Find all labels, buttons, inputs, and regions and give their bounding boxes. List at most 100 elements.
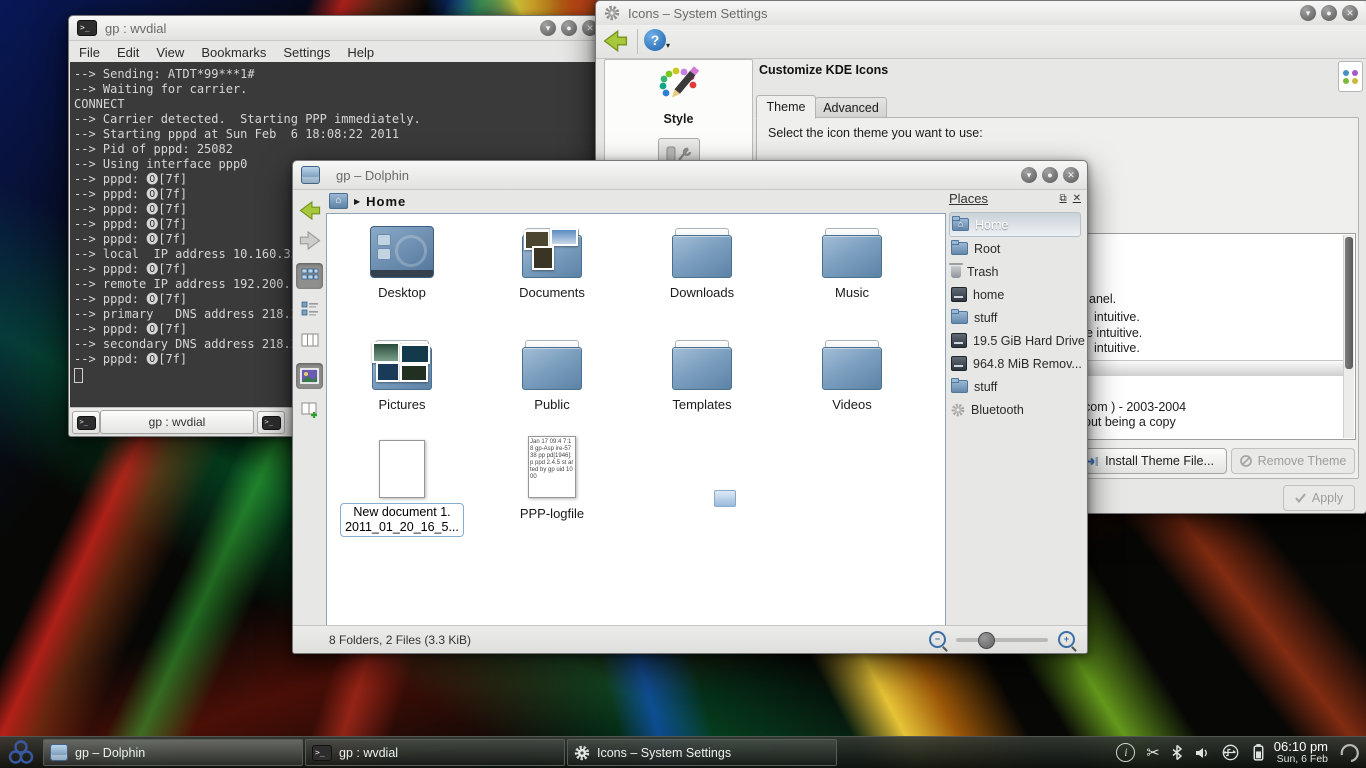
terminal-tab[interactable]: gp : wvdial: [100, 410, 254, 434]
file-item-new-document[interactable]: New document 1. 2011_01_20_16_5...: [332, 436, 472, 537]
tab-theme[interactable]: Theme: [756, 95, 816, 119]
icon-theme-prompt: Select the icon theme you want to use:: [768, 126, 983, 140]
folder-item-downloads[interactable]: Downloads: [632, 220, 772, 300]
folder-icon: [672, 228, 732, 278]
place-item-hard-drive[interactable]: 19.5 GiB Hard Drive: [949, 329, 1081, 352]
folder-view[interactable]: Desktop Documents Downloads Music: [326, 213, 946, 626]
scrollbar[interactable]: [1343, 235, 1354, 438]
device-notifier-icon[interactable]: [1221, 744, 1240, 761]
apply-button[interactable]: Apply: [1283, 485, 1355, 511]
folder-item-pictures[interactable]: Pictures: [332, 332, 472, 412]
back-button[interactable]: [602, 29, 629, 58]
dolphin-statusbar: 8 Folders, 2 Files (3.3 KiB) − +: [293, 625, 1087, 653]
scrollbar-thumb[interactable]: [1345, 237, 1353, 369]
taskbar-task-wvdial[interactable]: >_ gp : wvdial: [305, 739, 565, 766]
drive-icon: [951, 333, 967, 348]
dolphin-titlebar[interactable]: gp – Dolphin ▾ ● ✕: [293, 161, 1087, 190]
battery-icon[interactable]: [1251, 743, 1266, 762]
settings-titlebar[interactable]: Icons – System Settings ▾ ● ✕: [596, 1, 1366, 26]
notifications-icon[interactable]: i: [1116, 743, 1135, 762]
place-label: Root: [974, 242, 1000, 256]
place-item-bluetooth[interactable]: Bluetooth: [949, 398, 1081, 421]
zoom-out-icon[interactable]: −: [929, 631, 946, 648]
tab-advanced[interactable]: Advanced: [815, 97, 887, 119]
clipboard-scissors-icon[interactable]: ✂: [1146, 743, 1159, 763]
menu-item-file[interactable]: File: [79, 45, 100, 60]
details-view-button[interactable]: [296, 295, 323, 321]
folder-item-videos[interactable]: Videos: [782, 332, 922, 412]
folder-item-documents[interactable]: Documents: [482, 220, 622, 300]
close-button[interactable]: ✕: [1063, 167, 1079, 183]
split-view-button[interactable]: [296, 397, 323, 423]
place-item-home-partition[interactable]: home: [949, 283, 1081, 306]
menu-item-help[interactable]: Help: [347, 45, 374, 60]
menu-item-edit[interactable]: Edit: [117, 45, 139, 60]
install-theme-file-button[interactable]: Install Theme File...: [1073, 448, 1227, 474]
forward-button[interactable]: [296, 227, 323, 253]
maximize-button[interactable]: ●: [561, 20, 577, 36]
text-file-icon: Jan 17 09:4 7:18 gp-Asp ire-5738 pp pd[1…: [528, 436, 576, 498]
place-item-removable[interactable]: 964.8 MiB Remov...: [949, 352, 1081, 375]
clock[interactable]: 06:10 pm Sun, 6 Feb: [1274, 740, 1328, 766]
desktop-wallpaper[interactable]: >_ gp : wvdial ▾ ● ✕ File Edit View Book…: [0, 0, 1366, 768]
places-header: Places: [949, 191, 988, 206]
zoom-in-icon[interactable]: +: [1058, 631, 1075, 648]
place-item-root[interactable]: Root: [949, 237, 1081, 260]
place-item-stuff2[interactable]: stuff: [949, 375, 1081, 398]
folder-icon: [951, 311, 968, 324]
panel-toolbox-icon[interactable]: [1332, 741, 1366, 765]
help-icon[interactable]: ?: [644, 29, 666, 51]
file-item-ppp-logfile[interactable]: Jan 17 09:4 7:18 gp-Asp ire-5738 pp pd[1…: [482, 436, 622, 521]
remove-theme-button[interactable]: Remove Theme: [1231, 448, 1355, 474]
place-item-trash[interactable]: Trash: [949, 260, 1081, 283]
place-item-home[interactable]: ⌂ Home: [949, 212, 1081, 237]
menu-item-settings[interactable]: Settings: [283, 45, 330, 60]
terminal-titlebar[interactable]: >_ gp : wvdial ▾ ● ✕: [69, 16, 606, 41]
maximize-button[interactable]: ●: [1042, 167, 1058, 183]
drag-ghost-icon: [714, 490, 736, 507]
chevron-down-icon[interactable]: ▾: [666, 41, 670, 50]
launcher-logo[interactable]: [0, 738, 42, 768]
terminal-line: --> Waiting for carrier.: [74, 82, 601, 97]
zoom-slider-knob[interactable]: [978, 632, 995, 649]
breadcrumb-home[interactable]: Home: [366, 194, 406, 209]
folder-item-public[interactable]: Public: [482, 332, 622, 412]
bluetooth-icon[interactable]: [1171, 744, 1183, 761]
taskbar-task-dolphin[interactable]: gp – Dolphin: [43, 739, 303, 766]
back-button[interactable]: [296, 197, 323, 223]
style-module-icon[interactable]: [605, 65, 752, 110]
place-item-stuff[interactable]: stuff: [949, 306, 1081, 329]
preview-button[interactable]: [296, 363, 323, 389]
theme-description-text: com ) - 2003-2004: [1084, 400, 1186, 414]
breadcrumb-arrow-icon: ▶: [354, 197, 360, 206]
folder-item-templates[interactable]: Templates: [632, 332, 772, 412]
new-tab-button[interactable]: >_: [72, 411, 100, 434]
taskbar: gp – Dolphin >_ gp : wvdial Icons – Syst…: [0, 736, 1366, 768]
menu-item-view[interactable]: View: [156, 45, 184, 60]
dolphin-window: gp – Dolphin ▾ ● ✕ ⌂ ▶ Home: [292, 160, 1088, 654]
folder-item-desktop[interactable]: Desktop: [332, 220, 472, 300]
icons-view-button[interactable]: [296, 263, 323, 289]
folder-icon: [951, 380, 968, 393]
place-label: home: [973, 288, 1004, 302]
minimize-button[interactable]: ▾: [540, 20, 556, 36]
minimize-button[interactable]: ▾: [1300, 5, 1316, 21]
taskbar-task-system-settings[interactable]: Icons – System Settings: [567, 739, 837, 766]
install-icon: [1086, 456, 1099, 467]
maximize-button[interactable]: ●: [1321, 5, 1337, 21]
home-icon[interactable]: ⌂: [329, 193, 348, 209]
folder-icon: [522, 340, 582, 390]
columns-view-button[interactable]: [296, 327, 323, 353]
close-panel-icon[interactable]: ✕: [1073, 193, 1081, 204]
zoom-slider[interactable]: [956, 638, 1048, 642]
volume-icon[interactable]: [1194, 745, 1210, 761]
menu-item-bookmarks[interactable]: Bookmarks: [201, 45, 266, 60]
terminal-icon: >_: [262, 416, 281, 430]
folder-item-music[interactable]: Music: [782, 220, 922, 300]
tab-list-button[interactable]: >_: [257, 411, 285, 434]
system-tray: i ✂: [1116, 743, 1265, 763]
minimize-button[interactable]: ▾: [1021, 167, 1037, 183]
settings-title: Icons – System Settings: [628, 6, 767, 21]
detach-panel-icon[interactable]: ⧉: [1059, 193, 1066, 204]
close-button[interactable]: ✕: [1342, 5, 1358, 21]
